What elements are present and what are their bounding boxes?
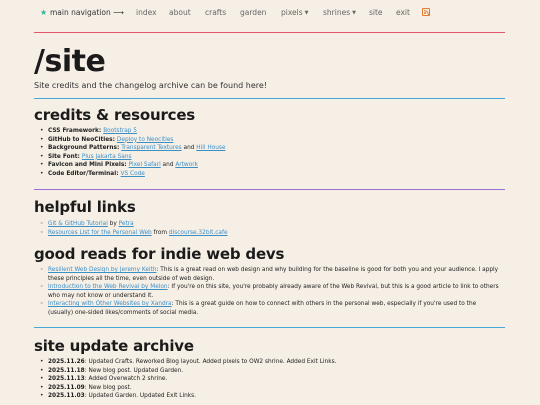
list-item: Site Font: Plus Jakarta Sans (40, 153, 500, 162)
nav-item-index[interactable]: index (136, 8, 157, 17)
list-item: 2025.11.13: Added Overwatch 2 shrine. (40, 375, 500, 384)
credit-label: Background Patterns: (48, 145, 122, 151)
nav-item-shrines[interactable]: shrines ▼ (323, 8, 356, 17)
list-item: Resilient Web Design by Jeremy Keith: Th… (40, 266, 500, 283)
credit-link[interactable]: Bootstrap 5 (103, 128, 137, 134)
nav-item-about[interactable]: about (169, 8, 191, 17)
archive-text: : New blog post. (84, 384, 132, 391)
credit-link[interactable]: Deploy to Neocities (117, 137, 174, 143)
archive-date: 2025.11.26 (48, 359, 85, 365)
archive-text: : New blog post. Updated Garden. (84, 367, 184, 374)
archive-text: : Added Overwatch 2 shrine. (84, 376, 168, 382)
credit-label: Site Font: (48, 153, 82, 160)
divider-purple (34, 189, 505, 190)
credit-label: CSS Framework: (48, 128, 104, 134)
top-navigation: ★ main navigation ⟶ index about crafts g… (0, 0, 540, 26)
list-item: Interacting with Other Websites by Xandr… (40, 300, 500, 317)
divider-red (34, 32, 505, 33)
list-item: Favicon and Mini Pixels: Pixel Safari an… (40, 161, 500, 170)
archive-list: 2025.11.26: Updated Crafts. Reworked Blo… (40, 358, 500, 401)
archive-text: : Updated Garden. Updated Exit Links. (84, 393, 197, 399)
caret-down-icon: ▼ (352, 10, 356, 16)
archive-date: 2025.11.13 (48, 376, 85, 382)
archive-heading: site update archive (34, 337, 194, 355)
nav-item-exit[interactable]: exit (396, 8, 410, 17)
nav-item-shrines-label: shrines (323, 8, 351, 17)
credit-link[interactable]: Artwork (175, 162, 198, 168)
helpful-link[interactable]: Resources List for the Personal Web (48, 230, 152, 236)
helpful-by: by (107, 221, 119, 227)
helpful-link[interactable]: Git & GitHub Tutorial (48, 221, 108, 227)
divider-blue (34, 98, 505, 99)
list-item: 2025.11.09: New blog post. (40, 384, 500, 393)
helpful-heading: helpful links (34, 198, 136, 216)
credit-label: Code Editor/Terminal: (48, 170, 121, 177)
list-item: 2025.11.26: Updated Crafts. Reworked Blo… (40, 358, 500, 367)
credit-link[interactable]: VS Code (121, 171, 145, 177)
archive-date: 2025.11.09 (48, 384, 85, 391)
credit-label: Favicon and Mini Pixels: (48, 162, 129, 168)
list-item: CSS Framework: Bootstrap 5 (40, 127, 500, 136)
credit-and: and (160, 162, 176, 168)
nav-item-pixels[interactable]: pixels ▼ (281, 8, 309, 17)
credit-link[interactable]: Hill House (196, 145, 225, 151)
list-item: Resources List for the Personal Web from… (40, 229, 500, 238)
nav-item-crafts[interactable]: crafts (205, 8, 226, 17)
credit-link[interactable]: Transparent Textures (121, 145, 181, 151)
archive-date: 2025.11.03 (48, 393, 85, 399)
archive-date: 2025.11.18 (48, 367, 85, 374)
main-navigation-label[interactable]: main navigation ⟶ (50, 8, 124, 17)
read-link[interactable]: Resilient Web Design by Jeremy Keith (48, 267, 157, 273)
list-item: Git & GitHub Tutorial by Petra (40, 220, 500, 229)
helpful-link[interactable]: discourse.32bit.cafe (169, 230, 228, 236)
helpful-list: Git & GitHub Tutorial by Petra Resources… (40, 220, 500, 237)
list-item: 2025.11.18: New blog post. Updated Garde… (40, 367, 500, 376)
list-item: Code Editor/Terminal: VS Code (40, 170, 500, 179)
nav-item-garden[interactable]: garden (240, 8, 266, 17)
credits-heading: credits & resources (34, 106, 196, 124)
credits-list: CSS Framework: Bootstrap 5 GitHub to Neo… (40, 127, 500, 178)
list-item: Background Patterns: Transparent Texture… (40, 144, 500, 153)
reads-heading: good reads for indie web devs (34, 245, 285, 263)
read-link[interactable]: Introduction to the Web Revival by Melon (48, 284, 168, 290)
read-link[interactable]: Interacting with Other Websites by Xandr… (48, 301, 172, 307)
archive-text: : Updated Crafts. Reworked Blog layout. … (84, 359, 337, 365)
helpful-from: from (151, 229, 169, 236)
list-item: Introduction to the Web Revival by Melon… (40, 283, 500, 300)
credit-and: and (181, 145, 197, 151)
credit-link[interactable]: Plus Jakarta Sans (82, 154, 132, 160)
list-item: GitHub to NeoCities: Deploy to Neocities (40, 136, 500, 145)
divider-blue (34, 327, 505, 328)
page-subtitle: Site credits and the changelog archive c… (34, 81, 267, 90)
list-item: 2025.11.03: Updated Garden. Updated Exit… (40, 392, 500, 401)
nav-item-pixels-label: pixels (281, 8, 303, 17)
caret-down-icon: ▼ (304, 10, 309, 16)
helpful-link[interactable]: Petra (119, 221, 134, 227)
nav-item-site[interactable]: site (369, 8, 383, 17)
credit-link[interactable]: Pixel Safari (129, 162, 161, 168)
credit-label: GitHub to NeoCities: (48, 136, 117, 143)
reads-list: Resilient Web Design by Jeremy Keith: Th… (40, 266, 500, 317)
star-icon: ★ (40, 8, 48, 17)
rss-icon[interactable] (422, 8, 430, 16)
page-title: /site (34, 44, 106, 79)
